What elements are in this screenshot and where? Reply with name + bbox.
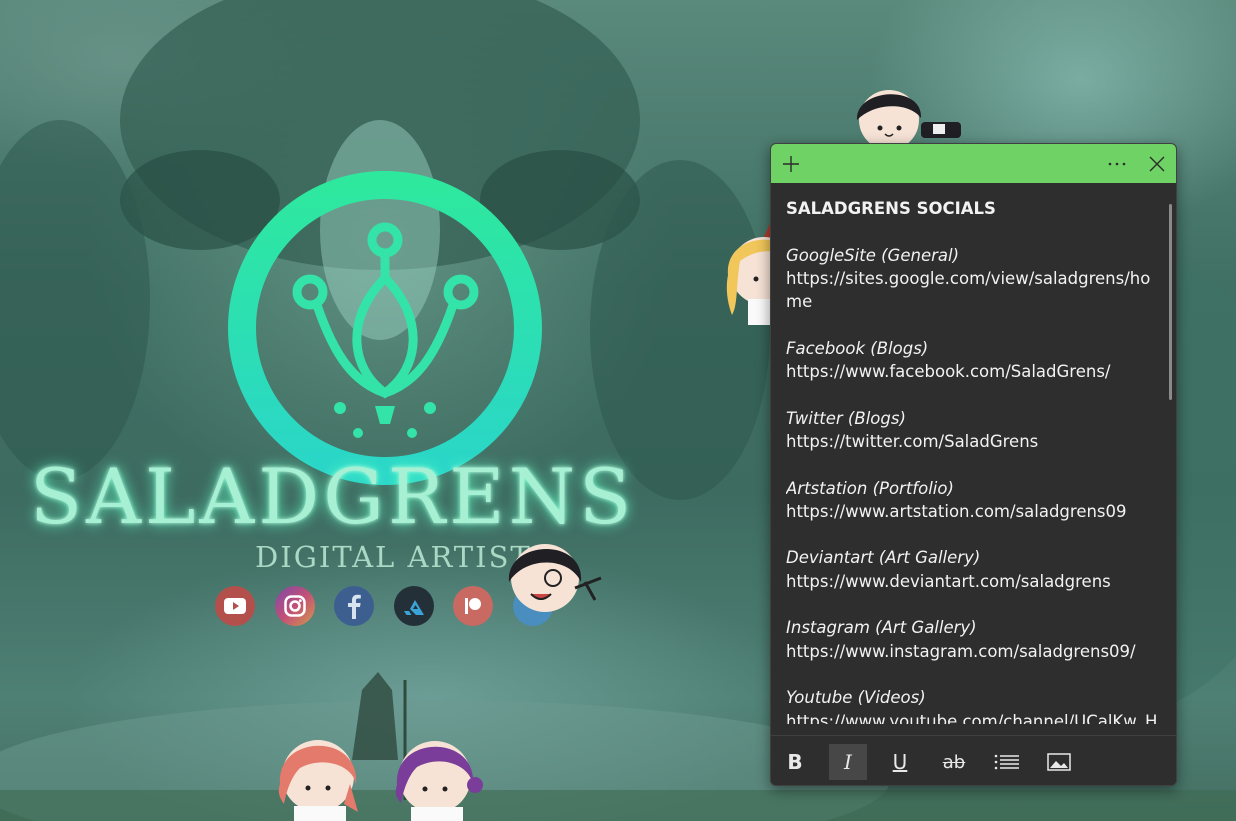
entry-url[interactable]: https://sites.google.com/view/saladgrens… (786, 267, 1161, 314)
entry-label: Facebook (Blogs) (786, 338, 929, 358)
note-header[interactable] (771, 144, 1176, 183)
chibi-character-icon (395, 741, 483, 821)
strikethrough-button[interactable]: ab (935, 744, 973, 780)
plus-icon (782, 155, 799, 172)
underline-button[interactable]: U (881, 744, 919, 780)
italic-button[interactable]: I (829, 744, 867, 780)
note-scrollbar[interactable] (1169, 204, 1172, 400)
entry-url[interactable]: https://www.artstation.com/saladgrens09 (786, 500, 1161, 523)
chibi-character-icon (856, 90, 961, 144)
artstation-icon[interactable] (394, 586, 434, 626)
insert-image-button[interactable] (1040, 744, 1078, 780)
add-note-button[interactable] (771, 144, 810, 183)
facebook-icon[interactable] (334, 586, 374, 626)
patreon-icon[interactable] (453, 586, 493, 626)
instagram-icon[interactable] (275, 586, 315, 626)
entry-url[interactable]: https://www.instagram.com/saladgrens09/ (786, 640, 1161, 663)
close-button[interactable] (1137, 144, 1176, 183)
more-icon (1108, 162, 1125, 165)
image-icon (1047, 753, 1071, 771)
entry-label: Deviantart (Art Gallery) (786, 548, 981, 568)
brand-logo-icon (228, 171, 542, 485)
bold-button[interactable]: B (776, 744, 814, 780)
entry-url[interactable]: https://www.deviantart.com/saladgrens (786, 570, 1161, 593)
entry-label: Instagram (Art Gallery) (786, 618, 977, 638)
note-title: SALADGRENS SOCIALS (786, 199, 996, 218)
formatting-toolbar: B I U ab (771, 735, 1176, 785)
entry-label: Twitter (Blogs) (786, 408, 906, 428)
entry-url[interactable]: https://twitter.com/SaladGrens (786, 430, 1161, 453)
entry-url[interactable]: https://www.youtube.com/channel/UCalKw_H… (786, 710, 1161, 724)
chibi-character-icon (278, 740, 358, 821)
brand-title: SALADGRENS (30, 452, 636, 541)
sticky-note-window[interactable]: SALADGRENS SOCIALS GoogleSite (General) … (770, 143, 1177, 786)
entry-label: Artstation (Portfolio) (786, 478, 954, 498)
entry-url[interactable]: https://www.facebook.com/SaladGrens/ (786, 360, 1161, 383)
youtube-icon[interactable] (215, 586, 255, 626)
entry-label: GoogleSite (General) (786, 245, 960, 265)
list-icon (994, 754, 1019, 770)
note-content[interactable]: SALADGRENS SOCIALS GoogleSite (General) … (786, 197, 1161, 724)
close-icon (1149, 156, 1164, 171)
more-options-button[interactable] (1097, 144, 1136, 183)
entry-label: Youtube (Videos) (786, 688, 926, 708)
bullet-list-button[interactable] (988, 744, 1026, 780)
chibi-character-icon (508, 544, 602, 612)
